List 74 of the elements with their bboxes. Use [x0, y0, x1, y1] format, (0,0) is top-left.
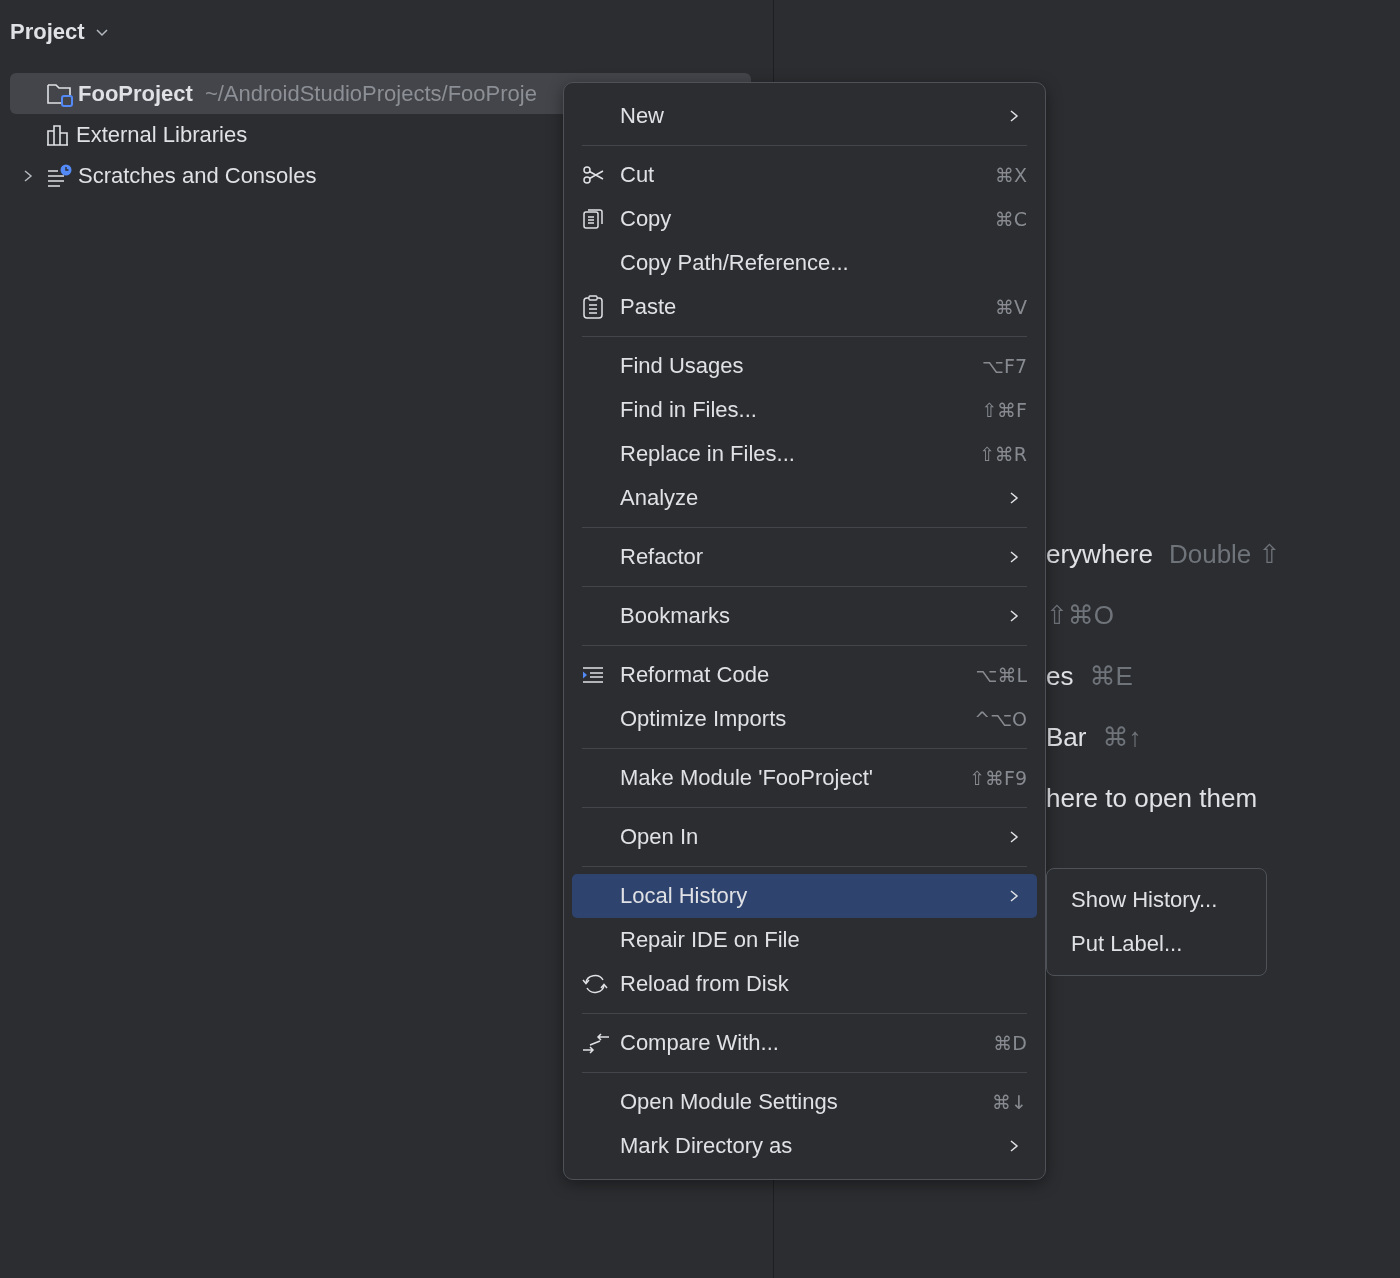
menu-item-label: Analyze: [620, 485, 700, 511]
shortcut-text: ^⌥O: [974, 708, 1027, 730]
hint-text: Bar: [1046, 721, 1087, 753]
menu-item-label: Replace in Files...: [620, 441, 796, 467]
menu-item[interactable]: Cut ⌘X: [572, 153, 1037, 197]
menu-item-label: Bookmarks: [620, 603, 732, 629]
menu-item[interactable]: Copy Path/Reference...: [572, 241, 1037, 285]
menu-item[interactable]: Refactor: [572, 535, 1037, 579]
tree-item-label: Scratches and Consoles: [78, 162, 317, 189]
menu-item[interactable]: Find in Files... ⇧⌘F: [572, 388, 1037, 432]
shortcut-text: ⌘D: [993, 1032, 1027, 1054]
chevron-right-icon[interactable]: [22, 167, 34, 184]
panel-title[interactable]: Project: [10, 19, 85, 45]
hint-shortcut: Double ⇧: [1168, 538, 1281, 570]
menu-item-label: Local History: [620, 883, 749, 909]
shortcut-text: ⇧⌘F9: [969, 767, 1027, 789]
menu-item-label: Compare With...: [620, 1030, 780, 1056]
shortcut-text: ⌥F7: [982, 355, 1027, 377]
menu-item-label: Open Module Settings: [620, 1089, 839, 1115]
menu-item[interactable]: Bookmarks: [572, 594, 1037, 638]
submenu-item[interactable]: Put Label...: [1053, 922, 1260, 966]
hint-text: here to open them: [1046, 782, 1258, 814]
tree-item-label: External Libraries: [76, 121, 248, 148]
menu-item-label: Paste: [620, 294, 678, 320]
menu-item[interactable]: Reformat Code ⌥⌘L: [572, 653, 1037, 697]
menu-item[interactable]: Replace in Files... ⇧⌘R: [572, 432, 1037, 476]
clipboard-icon: [582, 295, 604, 319]
menu-item-label: Refactor: [620, 544, 705, 570]
menu-item-label: Mark Directory as: [620, 1133, 794, 1159]
menu-item[interactable]: Open In: [572, 815, 1037, 859]
menu-item[interactable]: Copy ⌘C: [572, 197, 1037, 241]
reformat-icon: [582, 666, 604, 684]
menu-item-label: Optimize Imports: [620, 706, 788, 732]
menu-item[interactable]: Paste ⌘V: [572, 285, 1037, 329]
project-path: ~/AndroidStudioProjects/FooProje: [204, 80, 537, 107]
hint-shortcut: ⌘E: [1089, 660, 1133, 692]
submenu-item[interactable]: Show History...: [1053, 878, 1260, 922]
menu-item[interactable]: Reload from Disk: [572, 962, 1037, 1006]
menu-item-label: Copy: [620, 206, 673, 232]
menu-item-label: Find Usages: [620, 353, 745, 379]
shortcut-text: ⌥⌘L: [975, 664, 1027, 686]
menu-item[interactable]: Repair IDE on File: [572, 918, 1037, 962]
menu-item-label: Make Module 'FooProject': [620, 765, 874, 791]
menu-item-label: Copy Path/Reference...: [620, 250, 850, 276]
menu-item[interactable]: Make Module 'FooProject' ⇧⌘F9: [572, 756, 1037, 800]
hint-text: erywhere: [1046, 538, 1153, 570]
hint-shortcut: ⇧⌘O: [1046, 599, 1114, 631]
refresh-icon: [582, 973, 608, 995]
scissors-icon: [582, 165, 604, 185]
menu-item-label: Reload from Disk: [620, 971, 790, 997]
shortcut-text: ⇧⌘R: [978, 443, 1027, 465]
menu-item-label: Reformat Code: [620, 662, 771, 688]
menu-item[interactable]: Mark Directory as: [572, 1124, 1037, 1168]
menu-item[interactable]: Compare With... ⌘D: [572, 1021, 1037, 1065]
menu-item-label: Find in Files...: [620, 397, 758, 423]
menu-item[interactable]: Find Usages ⌥F7: [572, 344, 1037, 388]
hint-shortcut: ⌘↑: [1102, 721, 1142, 753]
hint-text: es: [1046, 660, 1074, 692]
shortcut-text: ⌘C: [994, 208, 1027, 230]
menu-item[interactable]: Optimize Imports ^⌥O: [572, 697, 1037, 741]
shortcut-text: ⇧⌘F: [981, 399, 1027, 421]
menu-item[interactable]: Open Module Settings ⌘↓: [572, 1080, 1037, 1124]
tree-item-label: FooProject: [78, 80, 193, 107]
menu-item[interactable]: Analyze: [572, 476, 1037, 520]
menu-item-label: Open In: [620, 824, 700, 850]
compare-arrows-icon: [582, 1031, 610, 1055]
menu-item[interactable]: Local History: [572, 874, 1037, 918]
menu-item-label: Cut: [620, 162, 656, 188]
shortcut-text: ⌘X: [994, 164, 1027, 186]
shortcut-text: ⌘V: [995, 296, 1027, 318]
copy-icon: [582, 208, 604, 230]
scratch-file-icon: [46, 163, 74, 188]
shortcut-text: ⌘↓: [992, 1091, 1027, 1113]
menu-item-label: Repair IDE on File: [620, 927, 801, 953]
